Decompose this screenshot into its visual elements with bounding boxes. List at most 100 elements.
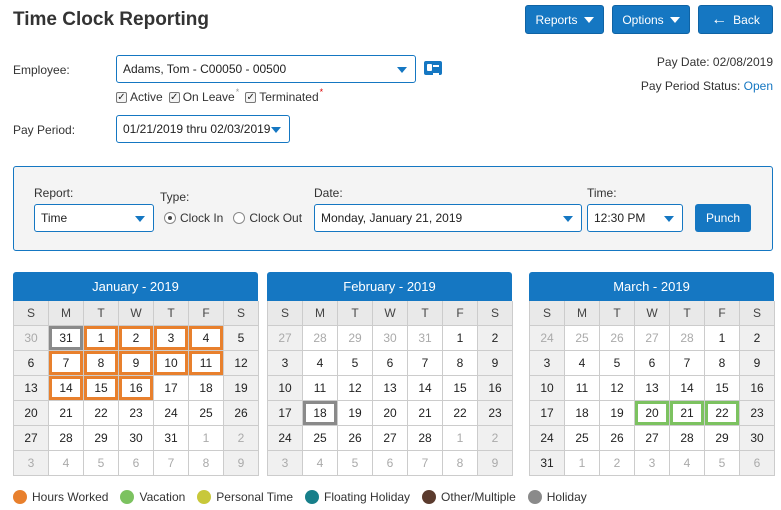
calendar-day[interactable]: 13 (373, 376, 408, 401)
calendar-day[interactable]: 23 (740, 401, 775, 426)
calendar-day[interactable]: 20 (635, 401, 670, 426)
calendar-day[interactable]: 28 (49, 426, 84, 451)
on-leave-checkbox[interactable]: ✓ On Leave * (168, 87, 239, 104)
calendar-day[interactable]: 6 (373, 451, 408, 476)
id-card-icon[interactable] (424, 61, 442, 75)
calendar-day[interactable]: 8 (705, 351, 740, 376)
calendar-day[interactable]: 7 (408, 451, 443, 476)
calendar-day[interactable]: 3 (154, 326, 189, 351)
calendar-day[interactable]: 14 (670, 376, 705, 401)
calendar-day[interactable]: 19 (224, 376, 259, 401)
calendar-day[interactable]: 9 (478, 451, 513, 476)
calendar-day[interactable]: 23 (119, 401, 154, 426)
report-select[interactable]: Time (34, 204, 154, 232)
options-button[interactable]: Options (612, 5, 690, 34)
calendar-day[interactable]: 1 (443, 326, 478, 351)
calendar-day[interactable]: 28 (303, 326, 338, 351)
calendar-day[interactable]: 5 (84, 451, 119, 476)
calendar-day[interactable]: 7 (154, 451, 189, 476)
calendar-day[interactable]: 6 (740, 451, 775, 476)
calendar-day[interactable]: 17 (154, 376, 189, 401)
calendar-day[interactable]: 26 (600, 326, 635, 351)
calendar-day[interactable]: 11 (189, 351, 224, 376)
terminated-checkbox[interactable]: ✓ Terminated * (245, 87, 323, 104)
calendar-day[interactable]: 21 (670, 401, 705, 426)
calendar-day[interactable]: 27 (635, 326, 670, 351)
calendar-day[interactable]: 7 (49, 351, 84, 376)
calendar-day[interactable]: 5 (338, 451, 373, 476)
calendar-day[interactable]: 4 (670, 451, 705, 476)
reports-button[interactable]: Reports (525, 5, 604, 34)
active-checkbox[interactable]: ✓ Active (116, 90, 163, 104)
calendar-day[interactable]: 5 (600, 351, 635, 376)
calendar-day[interactable]: 10 (154, 351, 189, 376)
calendar-day[interactable]: 31 (154, 426, 189, 451)
calendar-day[interactable]: 12 (600, 376, 635, 401)
calendar-day[interactable]: 21 (49, 401, 84, 426)
calendar-day[interactable]: 5 (338, 351, 373, 376)
calendar-day[interactable]: 4 (303, 351, 338, 376)
clock-out-radio[interactable]: Clock Out (233, 211, 302, 225)
calendar-day[interactable]: 29 (705, 426, 740, 451)
calendar-day[interactable]: 12 (224, 351, 259, 376)
calendar-day[interactable]: 1 (705, 326, 740, 351)
calendar-day[interactable]: 3 (268, 351, 303, 376)
calendar-day[interactable]: 30 (373, 326, 408, 351)
calendar-day[interactable]: 22 (705, 401, 740, 426)
calendar-day[interactable]: 8 (443, 451, 478, 476)
calendar-day[interactable]: 17 (530, 401, 565, 426)
calendar-day[interactable]: 3 (635, 451, 670, 476)
calendar-day[interactable]: 27 (373, 426, 408, 451)
calendar-day[interactable]: 13 (14, 376, 49, 401)
calendar-day[interactable]: 28 (408, 426, 443, 451)
calendar-day[interactable]: 20 (373, 401, 408, 426)
calendar-day[interactable]: 8 (443, 351, 478, 376)
calendar-day[interactable]: 24 (530, 426, 565, 451)
calendar-day[interactable]: 30 (119, 426, 154, 451)
punch-button[interactable]: Punch (695, 204, 751, 232)
calendar-day[interactable]: 25 (565, 426, 600, 451)
calendar-day[interactable]: 4 (189, 326, 224, 351)
employee-select[interactable]: Adams, Tom - C00050 - 00500 (116, 55, 416, 83)
calendar-day[interactable]: 12 (338, 376, 373, 401)
calendar-day[interactable]: 6 (373, 351, 408, 376)
calendar-day[interactable]: 17 (268, 401, 303, 426)
calendar-day[interactable]: 15 (443, 376, 478, 401)
calendar-day[interactable]: 5 (705, 451, 740, 476)
calendar-day[interactable]: 31 (408, 326, 443, 351)
calendar-day[interactable]: 5 (224, 326, 259, 351)
calendar-day[interactable]: 2 (224, 426, 259, 451)
calendar-day[interactable]: 23 (478, 401, 513, 426)
calendar-day[interactable]: 19 (338, 401, 373, 426)
calendar-day[interactable]: 25 (303, 426, 338, 451)
calendar-day[interactable]: 10 (268, 376, 303, 401)
calendar-day[interactable]: 7 (670, 351, 705, 376)
calendar-day[interactable]: 24 (154, 401, 189, 426)
calendar-day[interactable]: 9 (119, 351, 154, 376)
calendar-day[interactable]: 26 (224, 401, 259, 426)
clock-in-radio[interactable]: Clock In (164, 211, 223, 225)
calendar-day[interactable]: 18 (189, 376, 224, 401)
date-select[interactable]: Monday, January 21, 2019 (314, 204, 582, 232)
calendar-day[interactable]: 16 (478, 376, 513, 401)
calendar-day[interactable]: 2 (600, 451, 635, 476)
calendar-day[interactable]: 2 (478, 426, 513, 451)
calendar-day[interactable]: 22 (443, 401, 478, 426)
calendar-day[interactable]: 2 (119, 326, 154, 351)
calendar-day[interactable]: 21 (408, 401, 443, 426)
calendar-day[interactable]: 8 (189, 451, 224, 476)
calendar-day[interactable]: 1 (443, 426, 478, 451)
calendar-day[interactable]: 25 (565, 326, 600, 351)
calendar-day[interactable]: 2 (740, 326, 775, 351)
calendar-day[interactable]: 4 (49, 451, 84, 476)
calendar-day[interactable]: 4 (565, 351, 600, 376)
calendar-day[interactable]: 24 (530, 326, 565, 351)
pay-period-status-link[interactable]: Open (744, 79, 773, 93)
calendar-day[interactable]: 14 (49, 376, 84, 401)
calendar-day[interactable]: 2 (478, 326, 513, 351)
calendar-day[interactable]: 9 (224, 451, 259, 476)
calendar-day[interactable]: 31 (530, 451, 565, 476)
calendar-day[interactable]: 19 (600, 401, 635, 426)
calendar-day[interactable]: 27 (635, 426, 670, 451)
calendar-day[interactable]: 3 (268, 451, 303, 476)
